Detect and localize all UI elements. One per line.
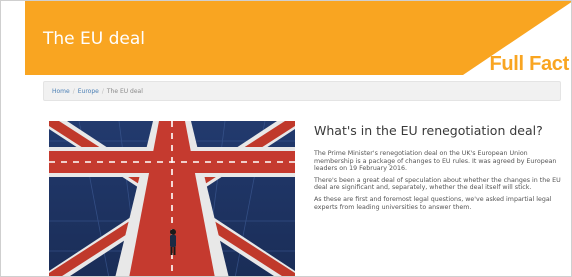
breadcrumb-separator: / [101, 88, 104, 95]
site-header: The EU deal Full Fact [25, 1, 571, 75]
article: What's in the EU renegotiation deal? The… [314, 123, 566, 215]
article-paragraph: There's been a great deal of speculation… [314, 176, 561, 192]
breadcrumb-europe-link[interactable]: Europe [78, 88, 99, 95]
union-jack-road-image [49, 121, 295, 276]
page-frame: The EU deal Full Fact Home / Europe / The EU… [0, 0, 572, 277]
article-title: What's in the EU renegotiation deal? [314, 123, 543, 138]
breadcrumb-current: The EU deal [106, 88, 143, 95]
breadcrumb: Home / Europe / The EU deal [43, 81, 561, 101]
site-title: The EU deal [43, 29, 145, 49]
article-paragraph: The Prime Minister's renegotiation deal … [314, 150, 557, 173]
breadcrumb-separator: / [72, 88, 75, 95]
article-paragraph: As these are first and foremost legal qu… [314, 195, 552, 211]
hero-image [49, 121, 295, 276]
full-fact-logo[interactable]: Full Fact [489, 53, 569, 75]
breadcrumb-home-link[interactable]: Home [52, 88, 70, 95]
